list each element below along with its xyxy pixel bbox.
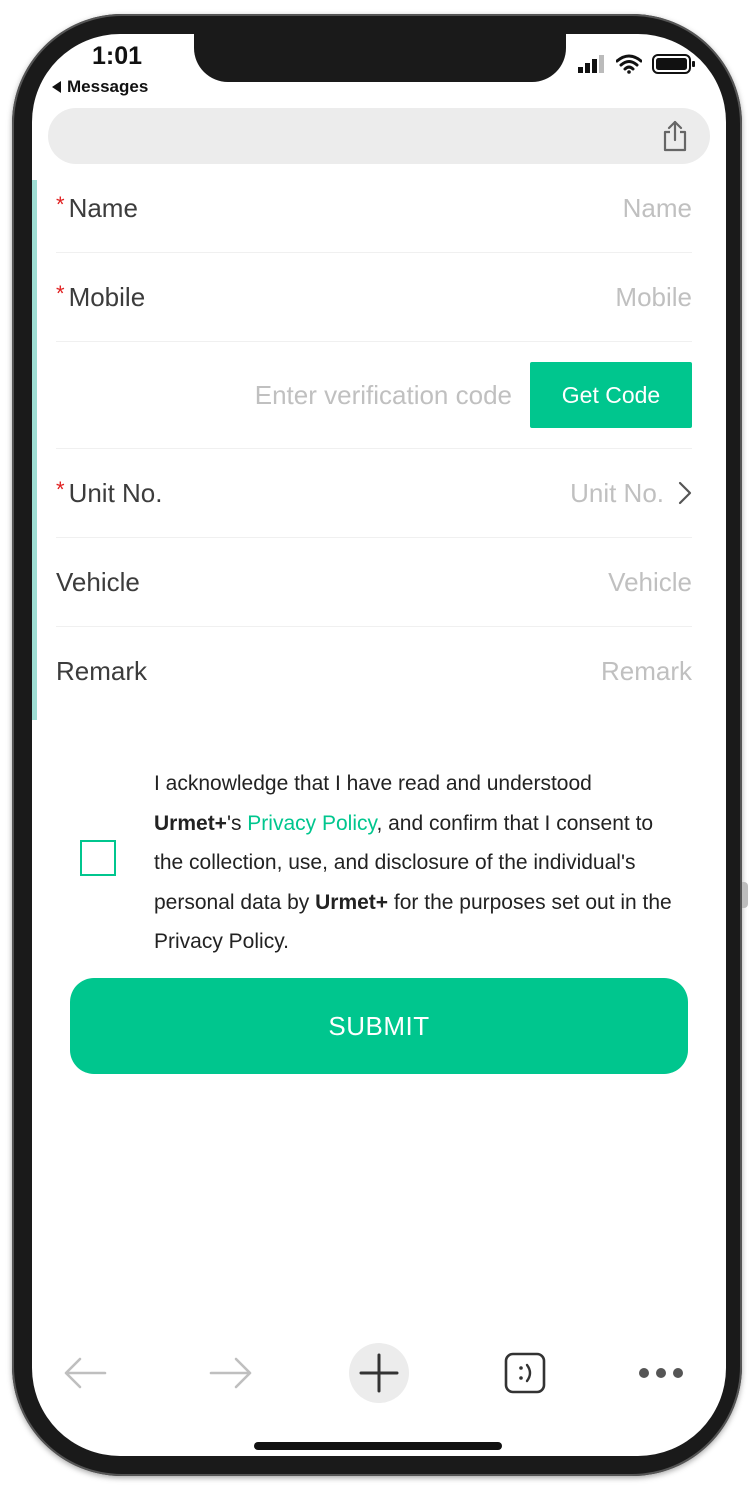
new-tab-button[interactable] — [346, 1340, 412, 1406]
required-marker: * — [56, 192, 65, 217]
unit-selector[interactable]: Unit No. — [570, 478, 692, 509]
required-marker: * — [56, 281, 65, 306]
plus-icon — [349, 1343, 409, 1403]
consent-line-1: I acknowledge that I have read and under… — [154, 772, 592, 795]
battery-icon — [652, 54, 695, 74]
registration-form: * Name Name * Mobile Mobile Enter verifi… — [56, 164, 692, 715]
more-button[interactable] — [628, 1340, 694, 1406]
back-to-messages[interactable]: Messages — [52, 77, 148, 97]
verification-code-input[interactable]: Enter verification code — [255, 380, 512, 411]
arrow-right-icon — [209, 1357, 252, 1389]
vehicle-label: Vehicle — [56, 566, 140, 597]
arrow-left-icon — [64, 1357, 107, 1389]
name-row: * Name Name — [56, 164, 692, 253]
remark-row: Remark Remark — [56, 627, 692, 715]
forward-button[interactable] — [198, 1340, 264, 1406]
remark-input[interactable]: Remark — [601, 656, 692, 687]
phone-screen: 1:01 Messages * Name Name * Mobile Mobil… — [32, 34, 726, 1456]
mobile-label-wrap: * Mobile — [56, 281, 146, 313]
unit-label-wrap: * Unit No. — [56, 477, 163, 509]
status-time: 1:01 — [92, 42, 143, 70]
brand-name: Urmet+ — [154, 811, 227, 835]
mobile-row: * Mobile Mobile — [56, 253, 692, 342]
brand-name-2: Urmet+ — [315, 890, 389, 914]
share-icon[interactable] — [662, 120, 688, 152]
notch — [194, 34, 566, 82]
home-indicator — [254, 1442, 502, 1450]
verification-row: Enter verification code Get Code — [56, 342, 692, 449]
submit-button[interactable]: SUBMIT — [70, 978, 688, 1074]
unit-placeholder: Unit No. — [570, 477, 664, 508]
phone-side-button — [742, 882, 748, 908]
consent-text: I acknowledge that I have read and under… — [154, 764, 684, 962]
chevron-right-icon — [678, 481, 692, 505]
accent-line — [32, 180, 37, 720]
back-button[interactable] — [52, 1340, 118, 1406]
wifi-icon — [616, 54, 642, 74]
browser-toolbar — [32, 1340, 726, 1406]
more-dots-icon — [639, 1368, 683, 1378]
required-marker: * — [56, 477, 65, 502]
get-code-button[interactable]: Get Code — [530, 362, 692, 428]
mobile-input[interactable]: Mobile — [615, 282, 692, 313]
tabs-smiley-icon — [504, 1352, 546, 1394]
consent-checkbox[interactable] — [80, 840, 116, 876]
consent-possessive: 's — [226, 811, 248, 835]
url-bar[interactable] — [48, 108, 710, 164]
name-label-wrap: * Name — [56, 192, 138, 224]
name-input[interactable]: Name — [623, 193, 692, 224]
signal-icon — [578, 55, 604, 73]
vehicle-input[interactable]: Vehicle — [608, 567, 692, 598]
mobile-label: Mobile — [68, 281, 146, 312]
name-label: Name — [68, 192, 138, 223]
unit-label: Unit No. — [68, 477, 163, 508]
remark-label: Remark — [56, 655, 148, 686]
tabs-button[interactable] — [492, 1340, 558, 1406]
back-triangle-icon — [52, 81, 61, 93]
status-icons — [578, 54, 696, 74]
vehicle-row: Vehicle Vehicle — [56, 538, 692, 627]
privacy-policy-link[interactable]: Privacy Policy — [247, 812, 376, 835]
unit-row[interactable]: * Unit No. Unit No. — [56, 449, 692, 538]
back-label: Messages — [67, 77, 149, 96]
